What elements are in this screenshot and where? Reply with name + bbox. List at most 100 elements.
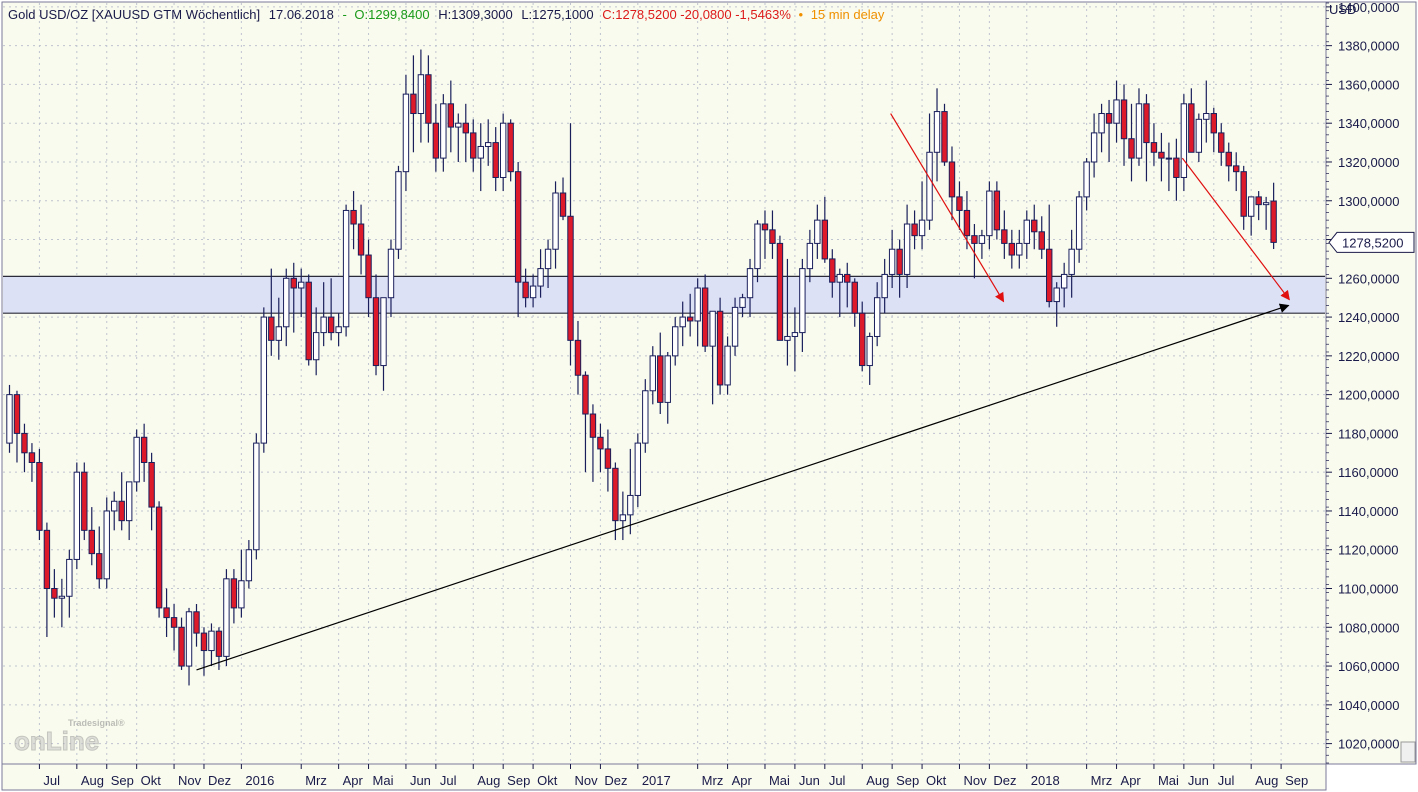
candle-body-up xyxy=(709,310,716,347)
candle-body-down xyxy=(567,215,574,341)
x-tick-label: Mai xyxy=(373,773,394,788)
candle-body-down xyxy=(829,258,836,283)
candle-body-up xyxy=(814,219,821,244)
candle-body-down xyxy=(1240,171,1247,217)
candle-body-down xyxy=(51,588,58,599)
candle-body-down xyxy=(1150,142,1158,153)
candle-body-down xyxy=(589,413,597,438)
candle-body-down xyxy=(1128,138,1135,159)
candle-body-up xyxy=(1060,273,1068,289)
y-tick-label: 1180,0000 xyxy=(1338,426,1399,441)
candle xyxy=(155,501,163,618)
candle-body-up xyxy=(731,306,739,347)
y-tick-label: 1120,0000 xyxy=(1338,543,1399,558)
candle-body-up xyxy=(873,297,881,337)
candle-body-down xyxy=(410,93,417,115)
candle-body-down xyxy=(372,297,380,367)
candle-body-down xyxy=(163,607,170,619)
candle-body-down xyxy=(597,436,604,450)
y-tick-label: 1340,0000 xyxy=(1338,116,1399,131)
x-tick-label: Jul xyxy=(43,773,60,788)
candle-body-up xyxy=(627,494,634,516)
y-tick-label: 1380,0000 xyxy=(1338,39,1399,54)
candle-body-up xyxy=(260,316,268,444)
candle-body-down xyxy=(686,316,694,322)
candle-body-up xyxy=(888,248,896,275)
candle-body-up xyxy=(298,281,305,289)
candle-body-down xyxy=(432,122,440,159)
x-scrollbar-handle[interactable] xyxy=(1400,741,1416,763)
chart-header: Gold USD/OZ [XAUUSD GTM Wöchentlich] 17.… xyxy=(8,7,885,22)
candle-body-down xyxy=(1173,157,1180,178)
candle-body-up xyxy=(485,142,492,147)
candle-body-down xyxy=(1218,132,1225,153)
candle-body-up xyxy=(133,436,140,483)
plot-background xyxy=(1,1,1327,765)
candle-body-down xyxy=(1038,231,1045,250)
x-tick-label: Okt xyxy=(537,773,558,788)
candle-body-up xyxy=(1083,161,1090,198)
header-delay: 15 min delay xyxy=(811,7,885,22)
candle-body-down xyxy=(851,281,858,314)
candle-body-down xyxy=(963,209,971,237)
candle-body-up xyxy=(111,500,118,512)
x-tick-label: 2018 xyxy=(1031,773,1060,788)
x-tick-label: Apr xyxy=(343,773,364,788)
candle-body-up xyxy=(1195,118,1203,153)
candle-body-down xyxy=(507,122,514,173)
x-tick-label: Apr xyxy=(732,773,753,788)
candle-body-up xyxy=(619,514,627,522)
candle-body-up xyxy=(791,332,799,337)
y-tick-label: 1300,0000 xyxy=(1338,194,1399,209)
candle-body-down xyxy=(911,223,918,237)
x-tick-label: Dez xyxy=(208,773,231,788)
candle-body-up xyxy=(926,151,933,221)
candle-body-up xyxy=(694,287,701,322)
candle-body-up xyxy=(1113,99,1120,124)
candle xyxy=(776,235,784,341)
x-tick-label: Nov xyxy=(963,773,987,788)
candle-body-up xyxy=(881,273,888,299)
candle xyxy=(260,307,268,453)
candle-body-down xyxy=(574,339,582,376)
candle-body-up xyxy=(529,285,537,299)
candle xyxy=(507,119,514,182)
x-tick-label: Dez xyxy=(604,773,627,788)
candle xyxy=(395,165,402,259)
y-tick-label: 1080,0000 xyxy=(1338,620,1399,635)
candle-body-up xyxy=(335,326,342,334)
candle-body-up xyxy=(185,611,193,667)
candle-body-up xyxy=(754,223,761,270)
candle-body-down xyxy=(582,374,589,415)
candle-body-up xyxy=(477,145,484,159)
y-tick-label: 1220,0000 xyxy=(1338,349,1399,364)
candle-body-up xyxy=(380,297,387,367)
header-low: L:1275,1000 xyxy=(521,7,593,22)
price-chart[interactable]: 1020,0000 1040,0000 1060,0000 1080,0000 1100… xyxy=(0,0,1418,792)
candle-body-up xyxy=(66,558,73,597)
candle-body-up xyxy=(642,390,649,444)
candle-body-down xyxy=(170,617,178,628)
x-tick-label: Jul xyxy=(829,773,846,788)
candle-body-down xyxy=(268,316,275,341)
y-tick-label: 1040,0000 xyxy=(1338,698,1399,713)
candle-body-down xyxy=(604,448,612,469)
candle-body-up xyxy=(73,471,81,560)
candle-body-up xyxy=(986,190,993,237)
candle-body-down xyxy=(305,281,312,361)
candle-body-down xyxy=(514,171,522,283)
candle-body-up xyxy=(208,630,215,652)
x-tick-label: Mai xyxy=(769,773,790,788)
candle-body-down xyxy=(1158,151,1165,159)
candle-body-up xyxy=(440,103,447,159)
candle-body-down xyxy=(447,103,455,128)
candle-body-down xyxy=(612,467,619,522)
candle-body-down xyxy=(425,74,432,124)
x-tick-label: Jun xyxy=(410,773,431,788)
candle-body-up xyxy=(1180,103,1188,178)
candle-body-down xyxy=(492,142,499,178)
candle-body-up xyxy=(1075,196,1083,250)
candle-body-down xyxy=(118,500,125,522)
candle-body-down xyxy=(844,273,851,283)
candle-body-up xyxy=(1247,196,1255,217)
